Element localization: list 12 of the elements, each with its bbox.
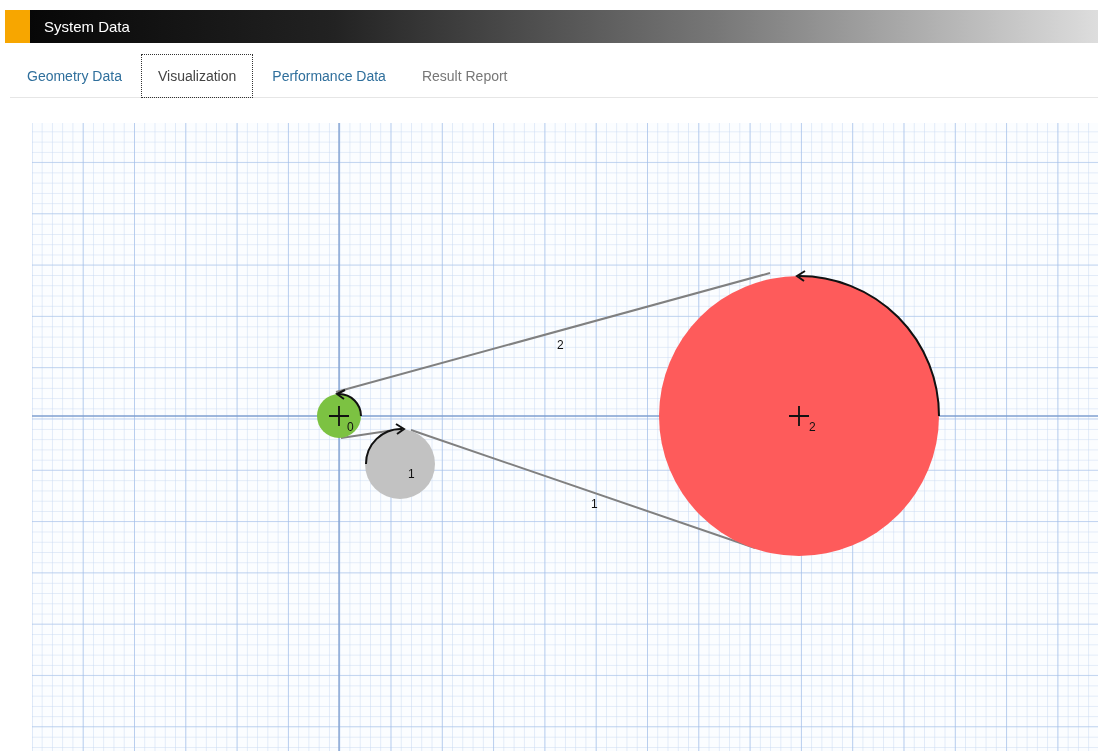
- rotation-arrow: [365, 423, 406, 465]
- pulley-label: 0: [347, 420, 354, 434]
- belt-label: 2: [557, 338, 564, 352]
- belt-label: 1: [591, 497, 598, 511]
- pulley-label: 2: [809, 420, 816, 434]
- header-title: System Data: [44, 18, 130, 35]
- accent-block: [5, 10, 30, 43]
- rotation-arrow: [335, 389, 362, 417]
- pulley-label: 1: [408, 467, 415, 481]
- tab[interactable]: Visualization: [140, 54, 254, 98]
- tab[interactable]: Performance Data: [255, 54, 403, 98]
- tab[interactable]: Geometry Data: [10, 54, 139, 98]
